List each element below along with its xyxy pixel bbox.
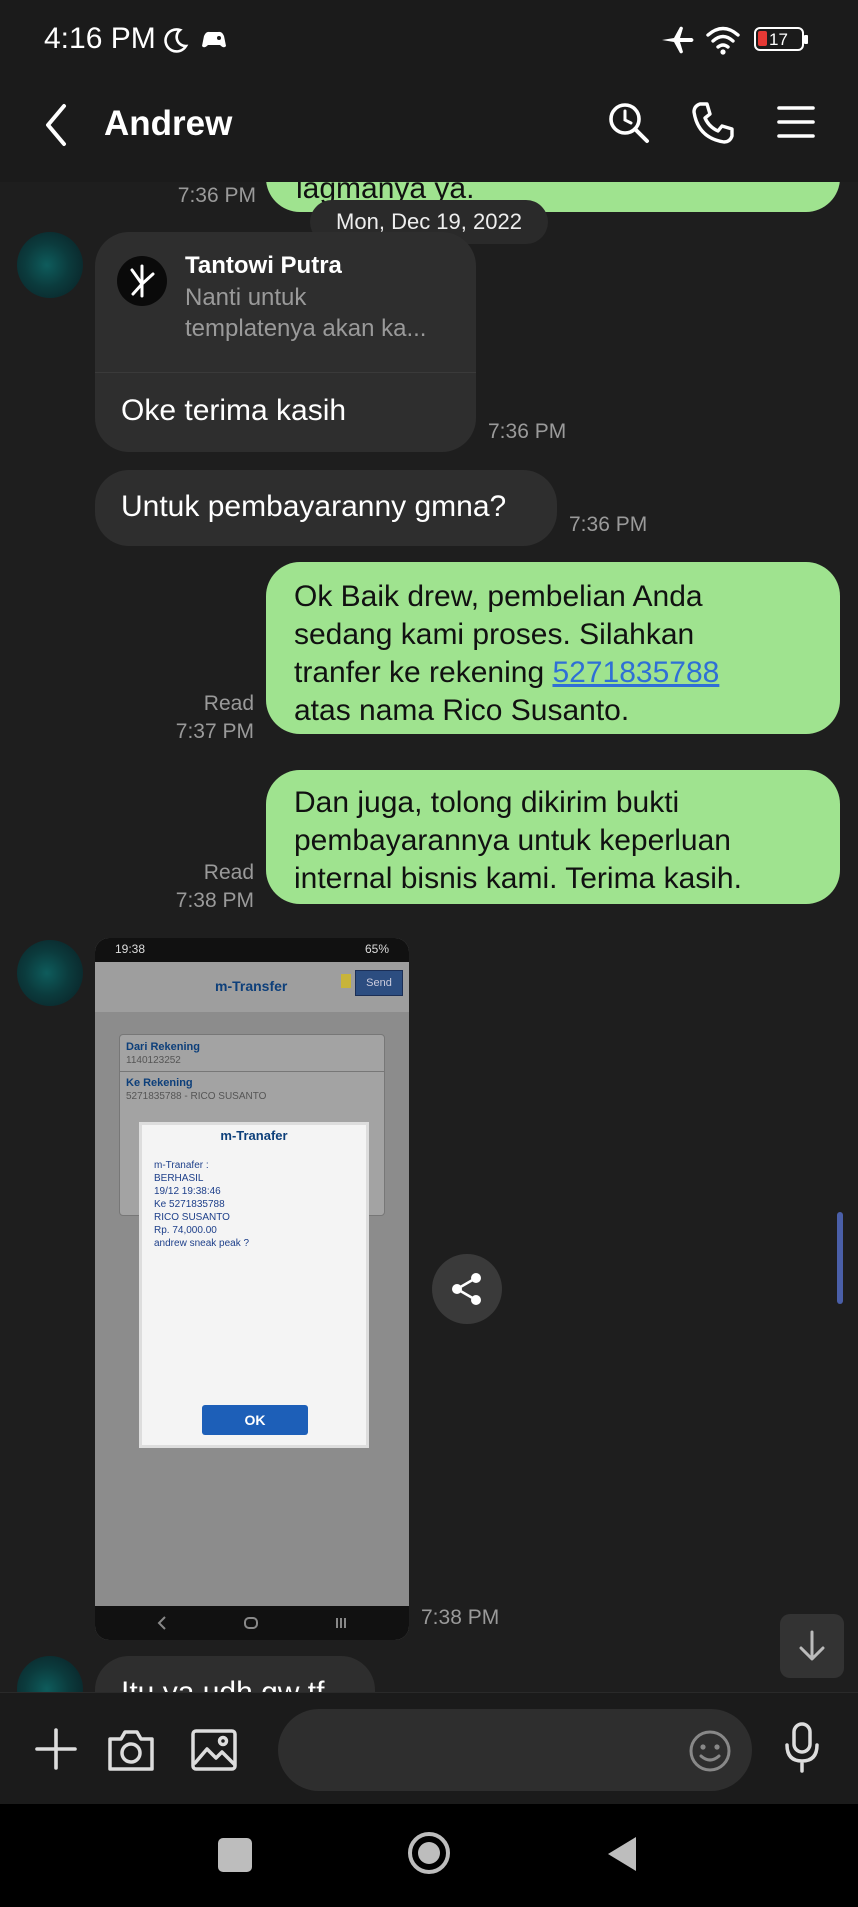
- contact-name[interactable]: Andrew: [104, 104, 232, 144]
- message-bubble-outgoing[interactable]: Ok Baik drew, pembelian Anda sedang kami…: [266, 562, 840, 734]
- image-attachment[interactable]: 19:38 65% m-Transfer Send Dari Rekening …: [95, 938, 409, 1640]
- status-time: 4:16 PM: [44, 22, 156, 55]
- quoted-author: Tantowi Putra: [185, 252, 342, 279]
- scroll-down-button[interactable]: [780, 1614, 844, 1678]
- airplane-icon: [662, 26, 694, 54]
- shot-field-label: Dari Rekening: [126, 1041, 200, 1053]
- chat-area[interactable]: lagmanya ya. 7:36 PM Mon, Dec 19, 2022 T…: [0, 182, 858, 1692]
- shot-field-label: Ke Rekening: [126, 1077, 193, 1089]
- gallery-icon[interactable]: [190, 1727, 238, 1773]
- text-line: Ok Baik drew, pembelian Anda: [294, 580, 703, 613]
- nav-back-icon[interactable]: [604, 1834, 640, 1874]
- text-line: sedang kami proses. Silahkan: [294, 618, 695, 651]
- phone-icon[interactable]: [690, 100, 736, 146]
- quoted-message[interactable]: Tantowi Putra Nanti untuk templatenya ak…: [95, 232, 476, 373]
- shot-send-button: Send: [355, 970, 403, 996]
- account-number-link[interactable]: 5271835788: [552, 656, 719, 689]
- message-bubble-incoming[interactable]: Tantowi Putra Nanti untuk templatenya ak…: [95, 232, 476, 452]
- message-bubble-incoming[interactable]: Untuk pembayaranny gmna?: [95, 470, 557, 546]
- shot-dialog-title: m-Tranafer: [220, 1128, 288, 1143]
- shot-flag: [341, 974, 351, 988]
- shot-field-value: 5271835788 - RICO SUSANTO: [126, 1091, 267, 1102]
- moon-icon: [164, 28, 189, 53]
- shot-battery: 65%: [365, 942, 390, 956]
- share-icon: [452, 1273, 481, 1305]
- message-input[interactable]: [278, 1709, 752, 1791]
- scrollbar-thumb[interactable]: [837, 1212, 843, 1304]
- quoted-text-line1: Nanti untuk: [185, 284, 307, 311]
- home-icon[interactable]: [406, 1830, 452, 1876]
- text-line: internal bisnis kami. Terima kasih.: [294, 862, 742, 895]
- dialog-line: m-Tranafer :: [154, 1160, 209, 1171]
- shot-nav-bar: [95, 1606, 409, 1640]
- text-line: atas nama Rico Susanto.: [294, 694, 630, 727]
- avatar[interactable]: [17, 232, 83, 298]
- dialog-line: RICO SUSANTO: [154, 1212, 230, 1223]
- shot-status-bar: 19:38 65%: [95, 938, 409, 962]
- battery-icon: 17: [754, 27, 808, 51]
- message-read-status: Read 7:38 PM: [150, 859, 254, 915]
- message-bubble-outgoing[interactable]: Dan juga, tolong dikirim bukti pembayara…: [266, 770, 840, 904]
- message-time: 7:38 PM: [421, 1606, 500, 1629]
- message-text: Oke terima kasih: [121, 394, 347, 427]
- text-span: tranfer ke rekening: [294, 656, 553, 689]
- message-bubble-incoming[interactable]: Itu ya udh gw tf: [95, 1656, 375, 1692]
- system-nav-bar: [0, 1804, 858, 1907]
- battery-level: 17: [769, 30, 788, 49]
- share-button[interactable]: [432, 1254, 502, 1324]
- dialog-line: BERHASIL: [154, 1173, 204, 1184]
- avatar[interactable]: [17, 940, 83, 1006]
- message-input-bar: [0, 1692, 858, 1805]
- shot-recents-icon: [336, 1618, 346, 1628]
- shot-dialog-body: m-Tranafer : BERHASIL 19/12 19:38:46 Ke …: [154, 1159, 249, 1250]
- message-time: 7:37 PM: [175, 720, 254, 743]
- shot-dialog: m-Tranafer m-Tranafer : BERHASIL 19/12 1…: [139, 1122, 369, 1448]
- menu-icon[interactable]: [776, 104, 816, 140]
- mic-icon[interactable]: [782, 1721, 822, 1775]
- emoji-icon[interactable]: [688, 1729, 732, 1773]
- chat-header: Andrew: [0, 64, 858, 182]
- text-line: tranfer ke rekening 5271835788: [294, 654, 719, 692]
- recents-icon[interactable]: [218, 1838, 252, 1872]
- search-icon[interactable]: [606, 100, 652, 146]
- dialog-line: 19/12 19:38:46: [154, 1186, 221, 1197]
- message-text: Dan juga, tolong dikirim bukti pembayara…: [294, 784, 742, 898]
- message-time: 7:38 PM: [175, 889, 254, 912]
- quoted-text-line2: templatenya akan ka...: [185, 315, 427, 342]
- message-text: Itu ya udh gw tf: [121, 1674, 324, 1692]
- shot-field-value: 1140123252: [126, 1055, 181, 1066]
- shot-home-icon: [244, 1617, 258, 1629]
- wifi-icon: [706, 26, 740, 55]
- shot-app-header: m-Transfer Send: [95, 962, 409, 1012]
- dialog-line: Rp. 74,000.00: [154, 1225, 217, 1236]
- camera-icon[interactable]: [106, 1727, 156, 1773]
- quote-avatar: [117, 256, 167, 306]
- shot-back-icon: [157, 1616, 166, 1630]
- text-line: pembayarannya untuk keperluan: [294, 824, 731, 857]
- read-label: Read: [203, 692, 254, 715]
- dialog-line: andrew sneak peak ?: [154, 1238, 250, 1249]
- avatar[interactable]: [17, 1656, 83, 1692]
- game-icon: [202, 31, 226, 48]
- dialog-line: Ke 5271835788: [154, 1199, 225, 1210]
- message-text: Ok Baik drew, pembelian Anda sedang kami…: [294, 578, 719, 730]
- shot-title: m-Transfer: [215, 978, 288, 994]
- shot-time: 19:38: [115, 942, 146, 956]
- text-line: Dan juga, tolong dikirim bukti: [294, 786, 680, 819]
- plus-icon[interactable]: [34, 1727, 78, 1771]
- message-text: Untuk pembayaranny gmna?: [121, 490, 507, 523]
- read-label: Read: [203, 861, 254, 884]
- scroll-down-icon: [799, 1630, 825, 1661]
- message-time: 7:36 PM: [488, 420, 567, 443]
- status-bar: 4:16 PM 17: [0, 0, 858, 64]
- message-time: 7:36 PM: [569, 513, 648, 536]
- message-read-status: Read 7:37 PM: [150, 690, 254, 746]
- message-time: 7:36 PM: [177, 184, 256, 207]
- back-arrow-icon[interactable]: [40, 102, 74, 148]
- shot-dialog-ok: OK: [202, 1405, 308, 1435]
